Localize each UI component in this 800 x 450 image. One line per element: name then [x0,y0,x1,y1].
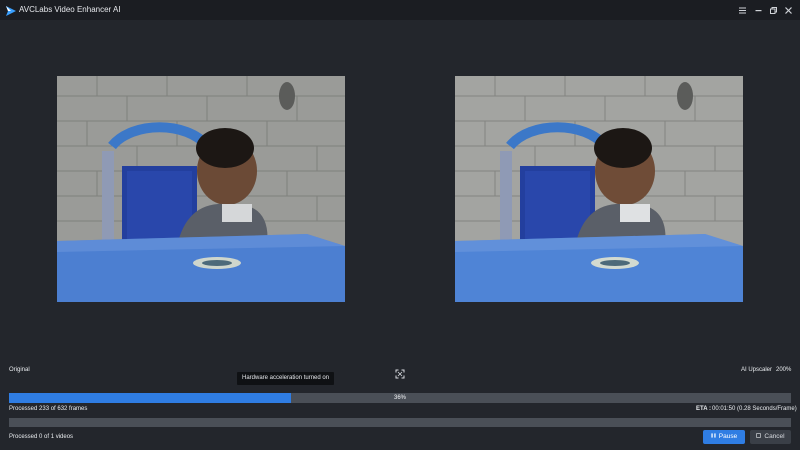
menu-icon[interactable] [736,4,748,16]
frames-progress-bar: 36% [9,393,791,403]
videos-progress-bar [9,418,791,427]
eta-value: 00:01:50 (0.28 Seconds/Frame) [712,406,797,412]
original-preview-image [57,76,345,302]
frames-processed-text: Processed 233 of 632 frames [9,406,88,412]
cancel-icon [756,430,762,444]
ai-upscaler-label: AI Upscaler [741,367,773,373]
upscale-percentage: 200% [776,367,792,373]
compare-view-icon[interactable] [395,366,405,379]
pause-icon [711,430,716,444]
cancel-label: Cancel [764,433,785,440]
pause-button[interactable]: Pause [703,430,745,444]
original-label: Original [9,367,30,373]
title-bar: AVCLabs Video Enhancer AI [0,0,800,20]
pause-label: Pause [718,433,738,440]
enhanced-preview-image [455,76,743,302]
eta-label: ETA : [696,406,711,412]
app-logo-icon [5,4,17,16]
hardware-acceleration-tooltip: Hardware acceleration turned on [237,372,335,385]
cancel-button[interactable]: Cancel [750,430,791,444]
frames-progress-percent: 36% [393,395,406,401]
videos-processed-text: Processed 0 of 1 videos [9,434,74,440]
app-title: AVCLabs Video Enhancer AI [19,5,121,14]
minimize-icon[interactable] [752,4,764,16]
restore-icon[interactable] [767,4,779,16]
close-icon[interactable] [782,4,794,16]
